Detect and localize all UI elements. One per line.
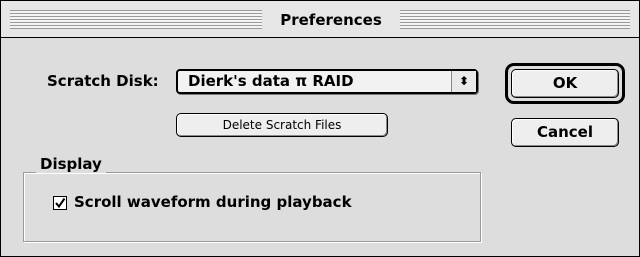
title-stripes-left	[10, 10, 262, 29]
cancel-button[interactable]: Cancel	[511, 118, 619, 147]
scratch-disk-popup[interactable]: Dierk's data π RAID ⬍	[176, 69, 478, 94]
scratch-disk-label: Scratch Disk:	[47, 72, 159, 90]
scroll-waveform-label[interactable]: Scroll waveform during playback	[74, 193, 352, 211]
delete-scratch-files-button[interactable]: Delete Scratch Files	[176, 113, 388, 137]
popup-arrows-icon: ⬍	[451, 71, 476, 92]
title-stripes-right	[400, 10, 630, 29]
checkmark-icon	[55, 197, 66, 209]
scratch-disk-value: Dierk's data π RAID	[188, 72, 354, 90]
scroll-waveform-checkbox[interactable]	[53, 196, 67, 210]
window-title: Preferences	[262, 7, 400, 33]
display-group-label: Display	[36, 155, 106, 173]
ok-button[interactable]: OK	[511, 69, 619, 98]
title-bar[interactable]: Preferences	[1, 1, 639, 38]
